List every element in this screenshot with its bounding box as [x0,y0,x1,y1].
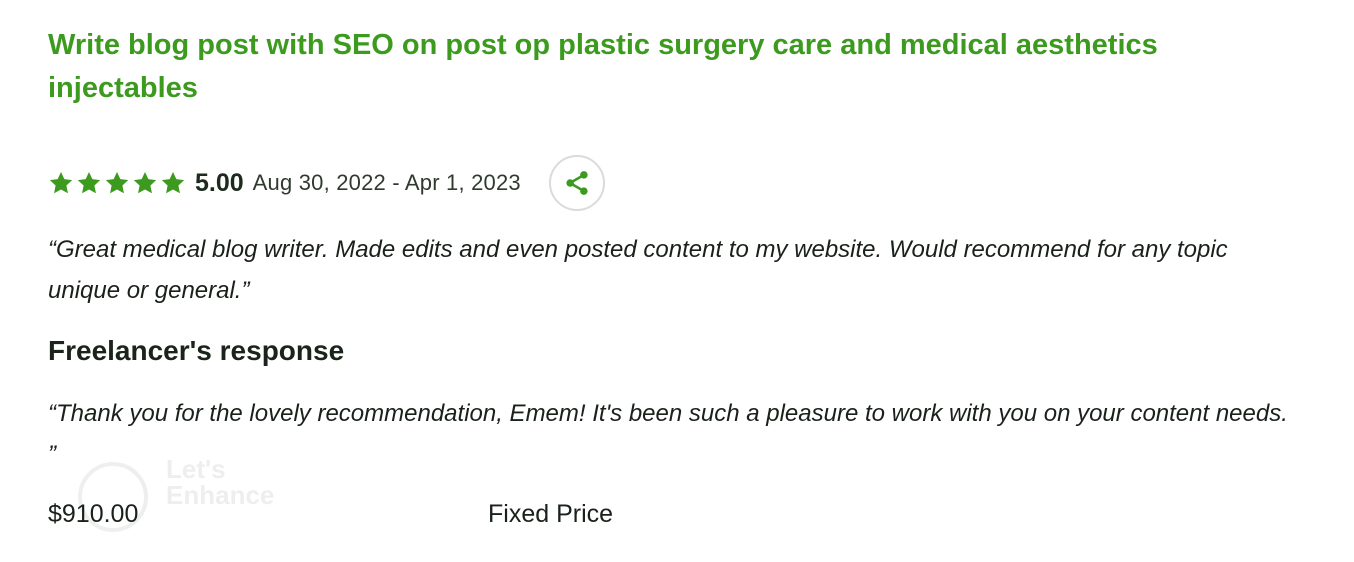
share-button[interactable] [548,155,605,211]
star-rating [48,170,186,196]
contract-price: $910.00 [48,500,139,528]
contract-type: Fixed Price [488,500,614,528]
star-icon [104,170,130,196]
freelancer-response-text: “Thank you for the lovely recommendation… [48,400,1288,468]
contract-date-range: Aug 30, 2022 - Apr 1, 2023 [252,170,521,195]
rating-value: 5.00 [195,168,244,197]
star-icon [48,170,74,196]
star-icon [76,170,102,196]
star-icon [160,170,186,196]
share-icon [562,168,592,198]
freelancer-response-heading: Freelancer's response [48,335,345,366]
job-title-link[interactable]: Write blog post with SEO on post op plas… [48,24,1278,110]
rating-row: 5.00 Aug 30, 2022 - Apr 1, 2023 [48,152,605,214]
client-review-text: “Great medical blog writer. Made edits a… [48,236,1228,304]
star-icon [132,170,158,196]
review-card: Write blog post with SEO on post op plas… [48,0,1308,562]
